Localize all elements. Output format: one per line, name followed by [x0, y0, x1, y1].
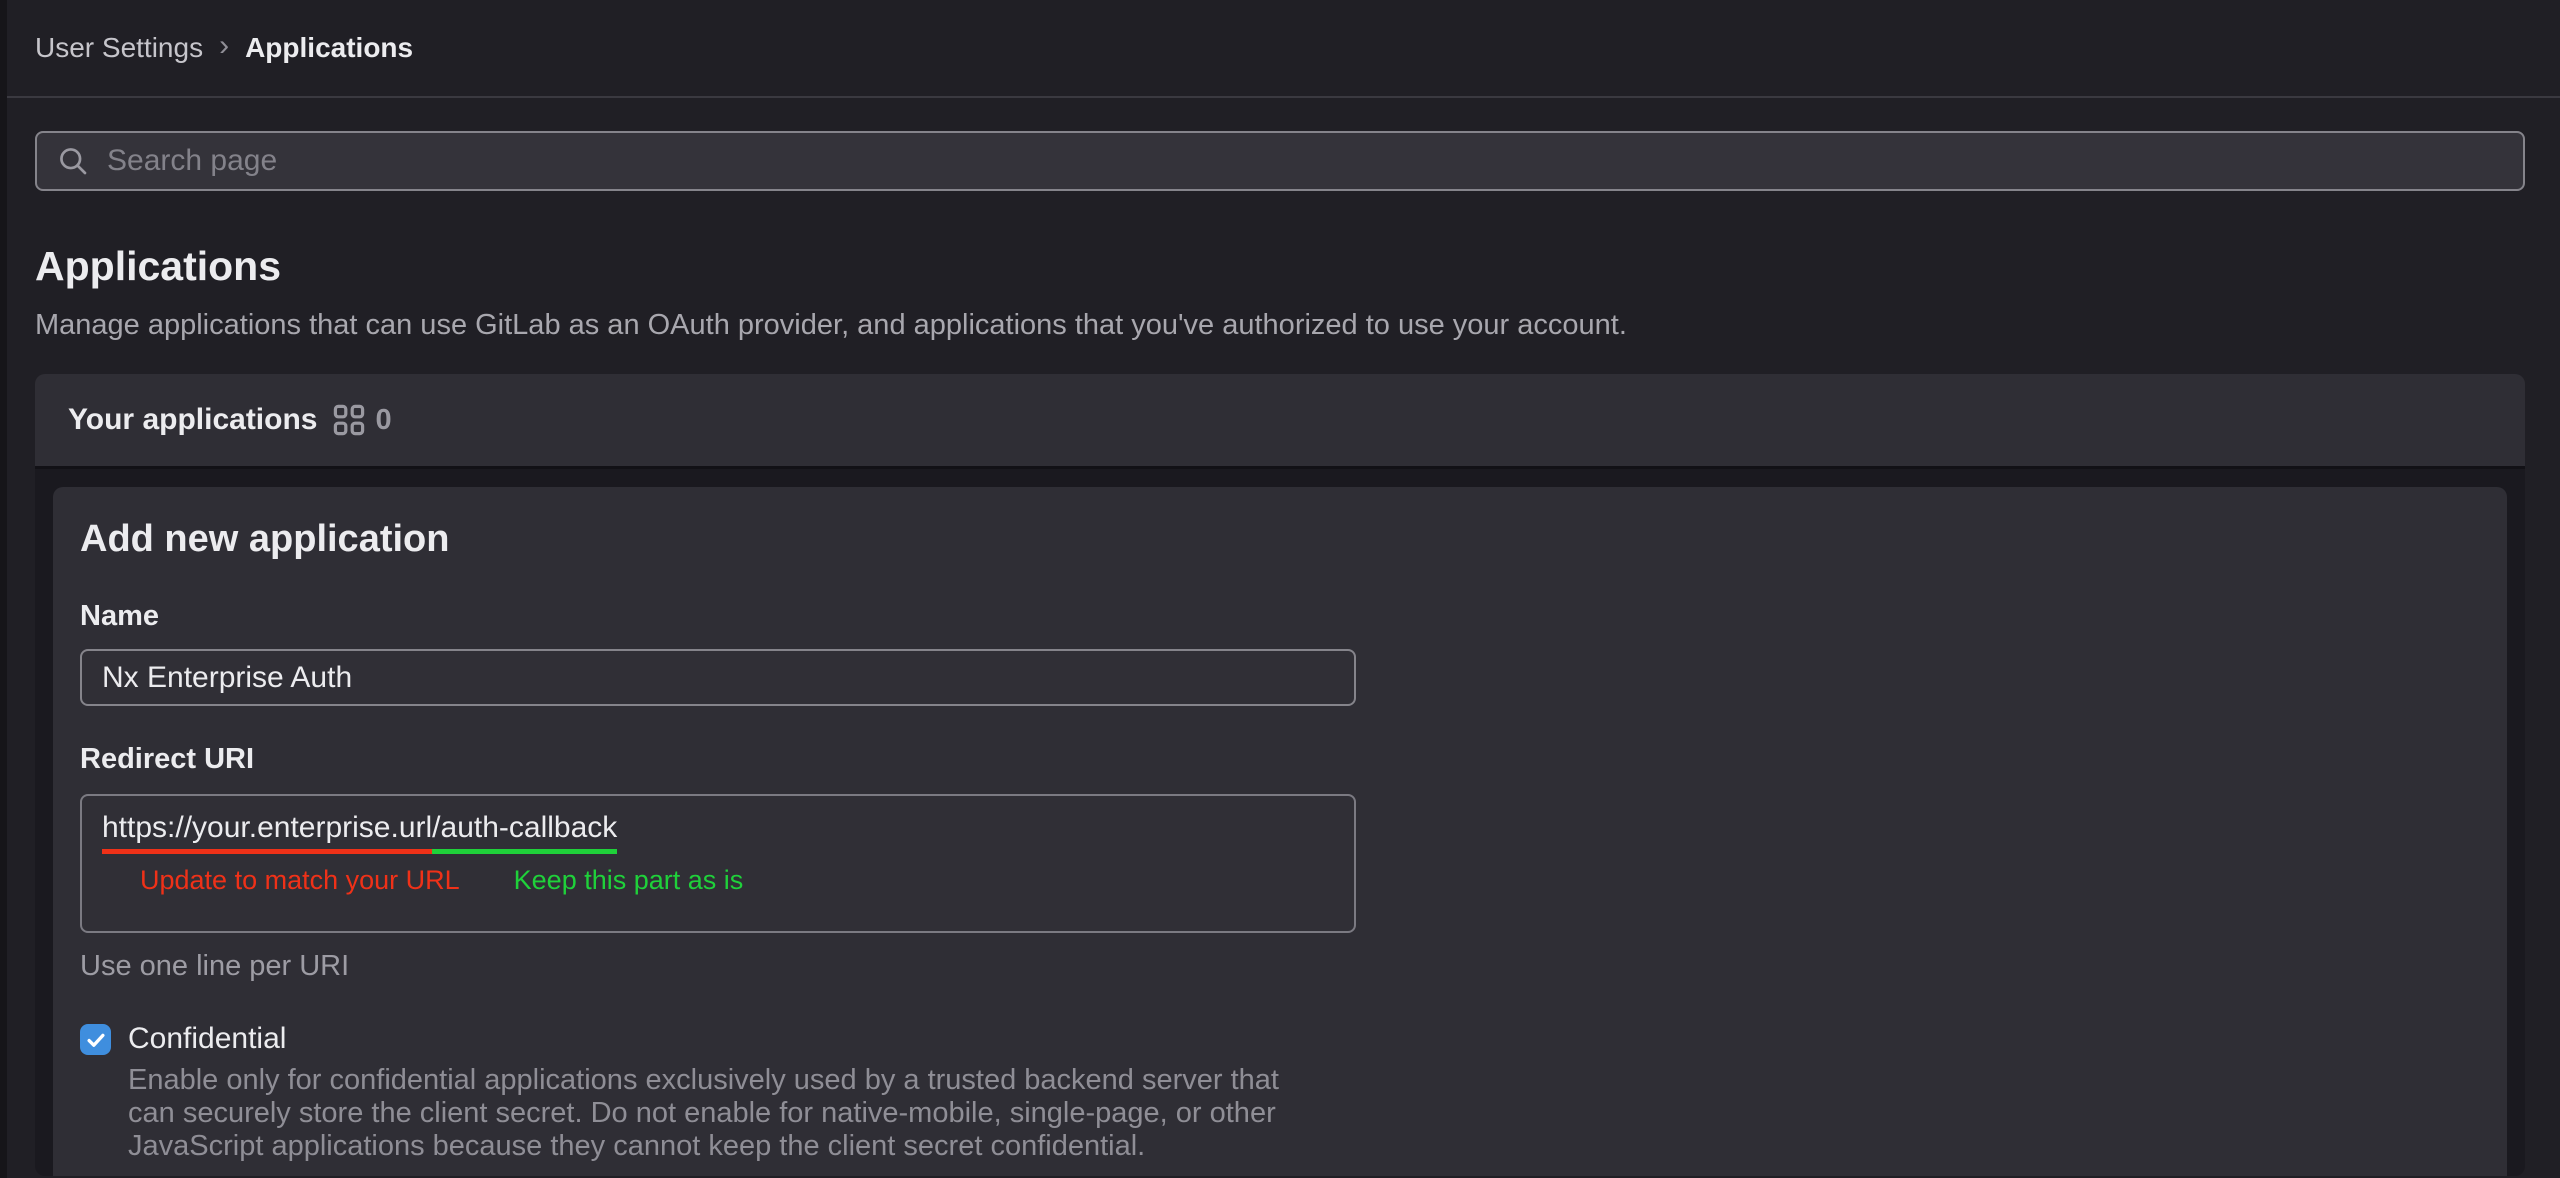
confidential-help: Enable only for confidential application…	[128, 1064, 1279, 1163]
redirect-uri-annotations: Update to match your URL Keep this part …	[102, 865, 1334, 896]
top-bar: User Settings › Applications	[0, 0, 2560, 98]
confidential-label[interactable]: Confidential	[128, 1021, 1279, 1057]
applications-count-badge: 0	[375, 404, 391, 437]
confidential-row: Confidential Enable only for confidentia…	[80, 1021, 2480, 1163]
confidential-checkbox[interactable]	[80, 1024, 111, 1055]
your-applications-section: Your applications 0 Add new application …	[35, 374, 2525, 1176]
uri-annotation-update: Update to match your URL	[140, 865, 460, 896]
breadcrumb-user-settings[interactable]: User Settings	[35, 32, 203, 64]
breadcrumb-applications: Applications	[245, 32, 413, 64]
name-label: Name	[80, 599, 2480, 633]
checkmark-icon	[85, 1029, 107, 1051]
confidential-help-line: can securely store the client secret. Do…	[128, 1097, 1279, 1130]
page-content: Applications Manage applications that ca…	[0, 131, 2560, 1176]
redirect-uri-value: https://your.enterprise.url/auth-callbac…	[102, 808, 1334, 848]
your-applications-title: Your applications	[68, 403, 317, 437]
add-application-title: Add new application	[80, 515, 2480, 563]
redirect-uri-label: Redirect URI	[80, 742, 2480, 776]
applications-grid-icon	[333, 404, 365, 436]
breadcrumb: User Settings › Applications	[35, 32, 413, 64]
uri-path-part: /auth-callback	[432, 811, 617, 854]
page-search-box[interactable]	[35, 131, 2525, 191]
add-application-card: Add new application Name Redirect URI ht…	[53, 487, 2507, 1176]
chevron-right-icon: ›	[219, 31, 229, 61]
page-title: Applications	[35, 241, 2525, 291]
redirect-uri-textarea[interactable]: https://your.enterprise.url/auth-callbac…	[80, 794, 1356, 933]
redirect-uri-help: Use one line per URI	[80, 949, 2480, 983]
confidential-help-line: JavaScript applications because they can…	[128, 1130, 1279, 1163]
uri-annotation-keep: Keep this part as is	[514, 865, 744, 896]
page-description: Manage applications that can use GitLab …	[35, 307, 2525, 343]
uri-host-part: https://your.enterprise.url	[102, 811, 432, 854]
your-applications-header: Your applications 0	[35, 374, 2525, 469]
application-name-input[interactable]	[80, 649, 1356, 706]
search-input[interactable]	[105, 133, 2505, 189]
confidential-text-col: Confidential Enable only for confidentia…	[128, 1021, 1279, 1163]
your-applications-body: Add new application Name Redirect URI ht…	[35, 469, 2525, 1176]
confidential-help-line: Enable only for confidential application…	[128, 1064, 1279, 1097]
window-left-edge	[0, 0, 7, 1178]
search-icon	[55, 143, 91, 179]
